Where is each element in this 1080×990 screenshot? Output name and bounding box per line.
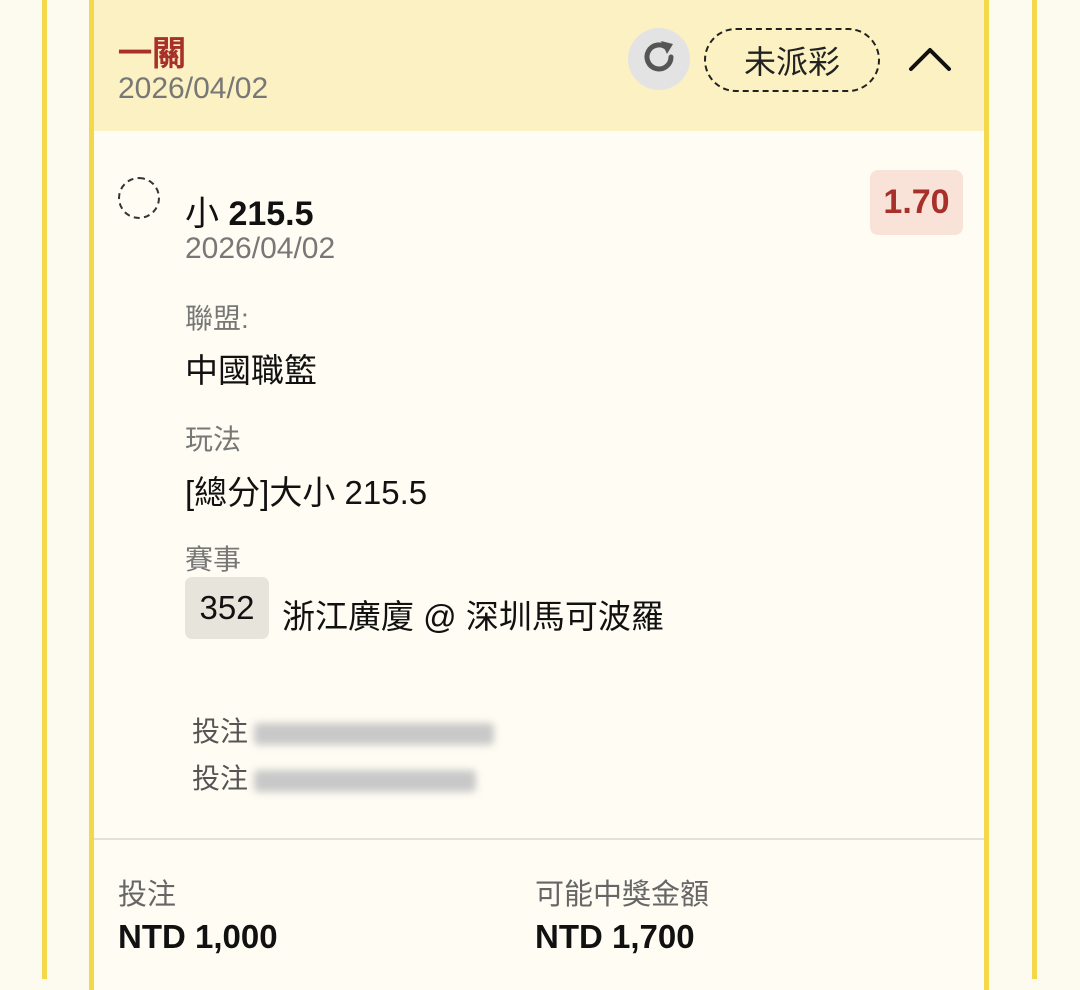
redacted-value (254, 722, 495, 745)
bet-type-value: [總分]大小 215.5 (185, 474, 428, 511)
selection-date: 2026/04/02 (185, 232, 336, 265)
collapse-button[interactable] (904, 40, 956, 80)
refresh-button[interactable] (628, 28, 690, 90)
bet-type-label: 玩法 (185, 424, 242, 455)
match-name: 浙江廣廈 @ 深圳馬可波羅 (282, 598, 664, 635)
bet-id-label: 投注 (192, 763, 249, 794)
bet-time-row: 投注 (192, 710, 495, 750)
league-label: 聯盟: (185, 303, 249, 334)
odds-badge: 1.70 (870, 170, 963, 235)
redacted-value (254, 769, 477, 792)
event-label: 賽事 (185, 544, 242, 575)
bet-ticket-card: 一關 2026/04/02 未派彩 小 215.5 1.70 2026/04/0… (89, 0, 989, 990)
selection-line: 215.5 (228, 195, 314, 233)
bet-type-title: 一關 (118, 35, 186, 73)
potential-payout-value: NTD 1,700 (535, 918, 695, 955)
footer-divider (94, 838, 984, 840)
ticket-date: 2026/04/02 (118, 72, 269, 105)
bet-time-label: 投注 (192, 716, 249, 747)
stake-label: 投注 (118, 879, 177, 911)
selection-title: 小 215.5 (185, 186, 314, 235)
ticket-header: 一關 2026/04/02 未派彩 (94, 0, 984, 131)
league-value: 中國職籃 (185, 352, 317, 389)
chevron-up-icon (907, 43, 953, 78)
potential-payout-label: 可能中獎金額 (535, 879, 710, 911)
selection-name: 小 (185, 195, 219, 233)
match-number-badge: 352 (185, 577, 269, 639)
outer-frame-left (42, 0, 47, 979)
selection-checkbox[interactable] (118, 177, 160, 219)
outer-frame-right (1032, 0, 1037, 979)
stake-value: NTD 1,000 (118, 918, 278, 955)
refresh-icon (637, 35, 681, 84)
bet-id-row: 投注 (192, 757, 477, 797)
settlement-status-badge: 未派彩 (704, 28, 880, 92)
